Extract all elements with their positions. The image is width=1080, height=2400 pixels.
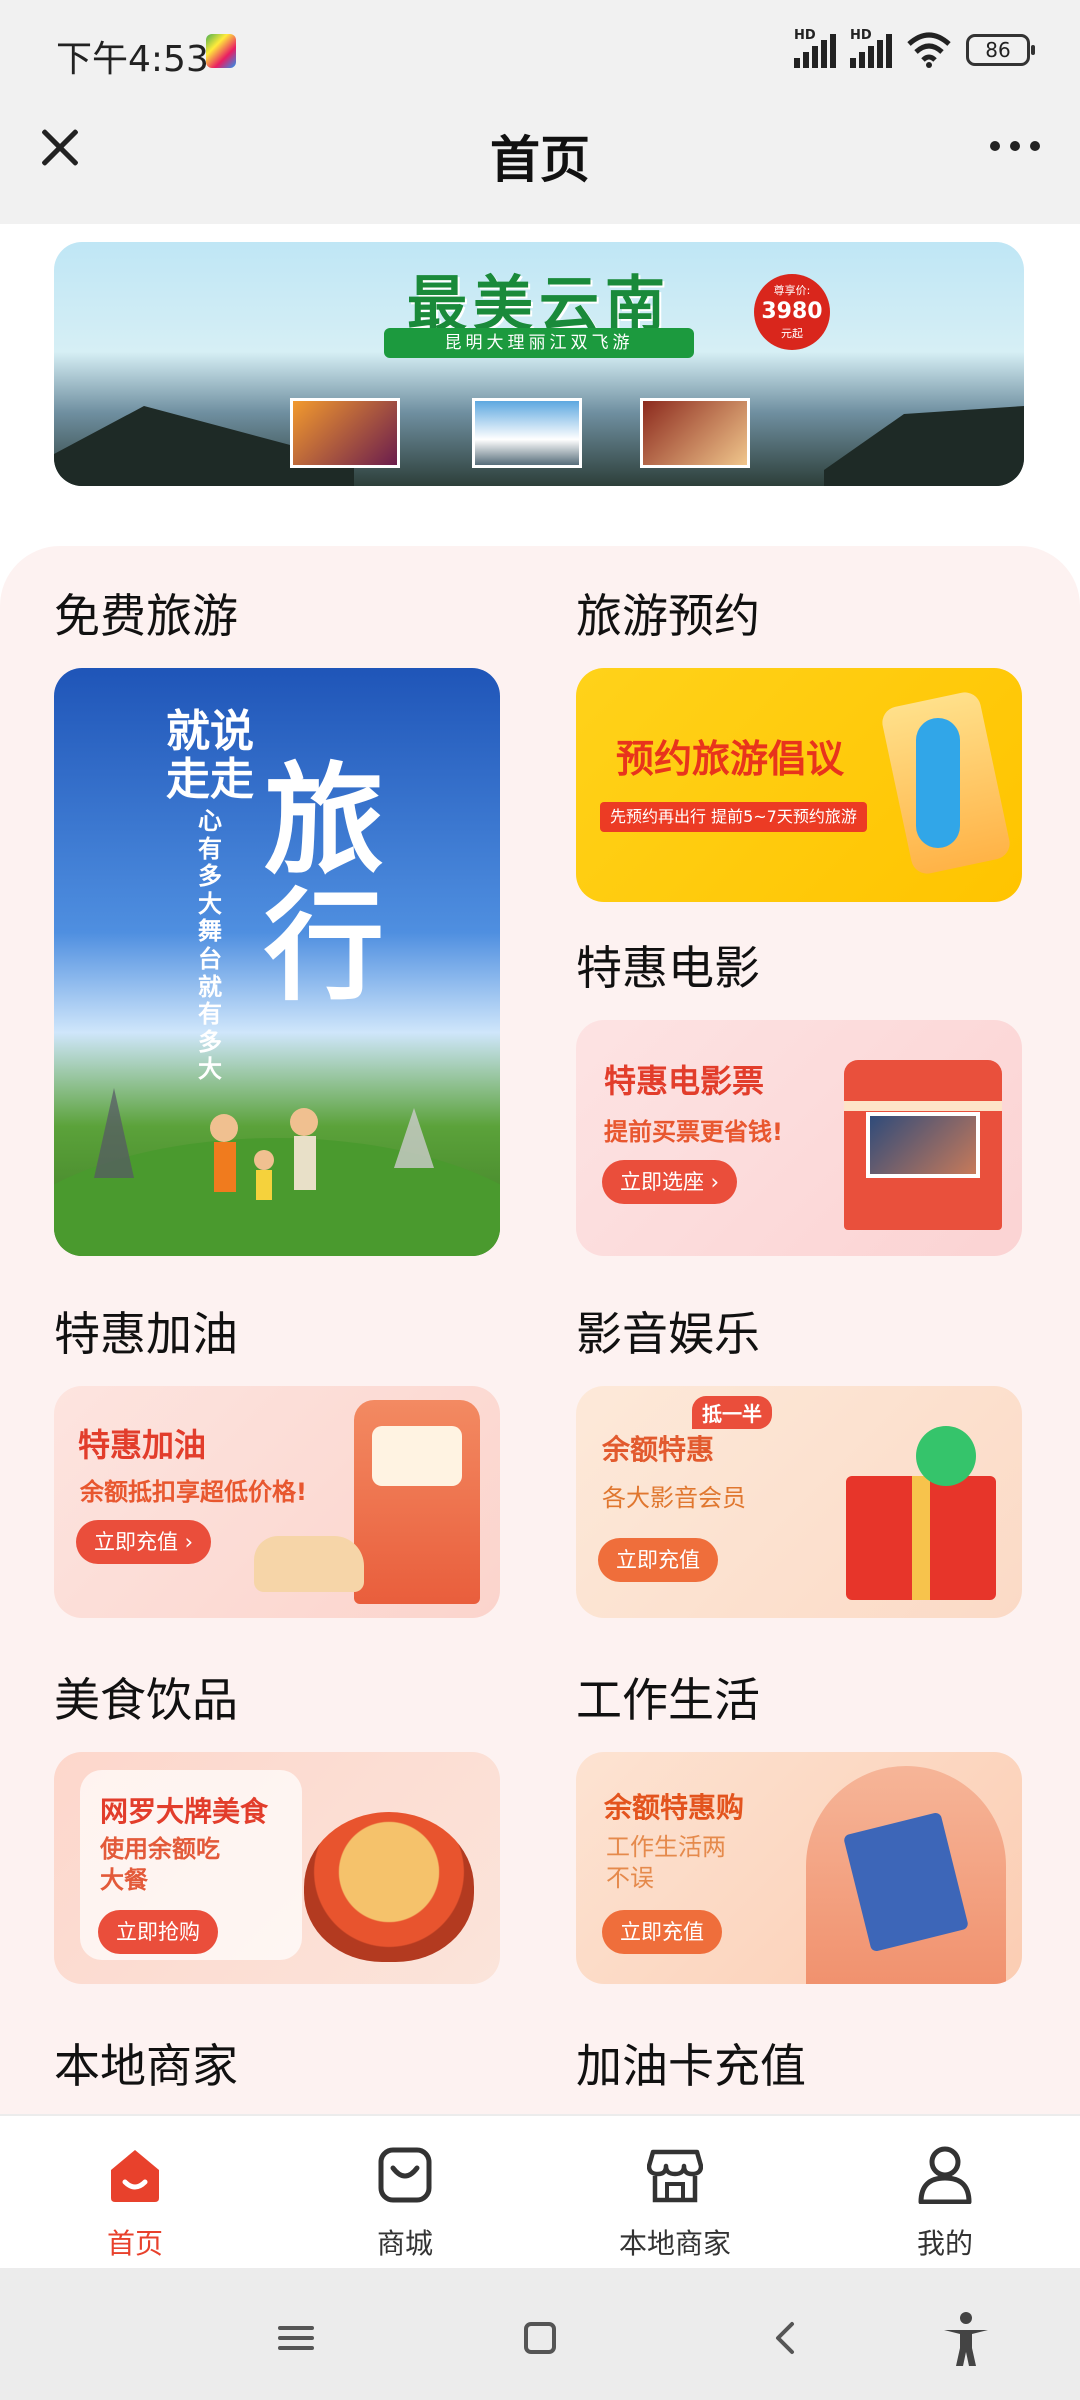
accessibility-icon[interactable] [936,2308,996,2368]
status-time: 下午4:53 [56,39,209,80]
home-square-icon[interactable] [510,2308,570,2368]
travel-family-illustration [54,1088,500,1256]
user-icon [918,2146,972,2204]
food-grab-button[interactable]: 立即抢购 [98,1910,218,1954]
tab-mall[interactable]: 商城 [270,2116,540,2270]
section-title-movie: 特惠电影 [576,941,760,995]
work-life-card[interactable]: 余额特惠购 工作生活两 不误 立即充值 [576,1752,1022,1984]
free-travel-big-text: 旅行 [264,750,384,1017]
av-recharge-button[interactable]: 立即充值 [598,1538,718,1582]
back-icon[interactable] [756,2308,816,2368]
work-recharge-button[interactable]: 立即充值 [602,1910,722,1954]
choose-seat-button[interactable]: 立即选座 › [602,1160,738,1204]
battery-icon: 86 [966,34,1035,66]
gift-box-illustration [846,1476,996,1600]
more-options-icon[interactable] [980,126,1050,166]
banner-photo [290,398,400,468]
section-title-local: 本地商家 [54,2039,238,2093]
bottom-tab-bar: 首页 商城 本地商家 我的 [0,2114,1080,2268]
fuel-subtitle: 余额抵扣享超低价格! [80,1478,307,1506]
services-panel: 免费旅游 就说 走走 心有多大 舞台就有多大 旅行 旅游预约 预约旅游倡议 先预… [0,546,1080,2114]
work-headline: 余额特惠购 [604,1791,745,1824]
page-title: 首页 [490,131,590,189]
noodle-bowl-illustration [304,1812,474,1962]
section-title-work: 工作生活 [576,1673,760,1727]
section-title-travel-booking: 旅游预约 [576,589,760,643]
travel-booking-card[interactable]: 预约旅游倡议 先预约再出行 提前5~7天预约旅游 [576,668,1022,902]
banner-photo [472,398,582,468]
cellular-signal-icon: HD [794,28,836,68]
movie-headline: 特惠电影票 [604,1062,765,1100]
half-price-badge: 抵一半 [692,1396,772,1429]
travel-booking-headline: 预约旅游倡议 [616,737,845,781]
tab-home[interactable]: 首页 [0,2116,270,2270]
app-notification-icon [206,34,236,68]
status-icons: HD HD 86 [794,28,1035,70]
av-subtitle: 各大影音会员 [602,1484,746,1512]
av-headline: 余额特惠 [602,1433,715,1466]
tab-local-merchants[interactable]: 本地商家 [540,2116,810,2270]
free-travel-poem: 心有多大 舞台就有多大 [198,807,222,1084]
store-icon [647,2149,703,2203]
section-title-food: 美食饮品 [54,1673,238,1727]
status-bar: 下午4:53 HD HD 86 [0,0,1080,96]
section-title-fuel: 特惠加油 [54,1307,238,1361]
free-travel-card[interactable]: 就说 走走 心有多大 舞台就有多大 旅行 [54,668,500,1256]
main-content: 最美云南 昆明大理丽江双飞游 尊享价: 3980 元起 免费旅游 就说 走走 心有… [0,224,1080,2114]
fuel-headline: 特惠加油 [78,1426,207,1464]
movie-subtitle: 提前买票更省钱! [604,1118,783,1146]
tab-label: 商城 [376,2227,433,2260]
travel-booking-subtitle: 先预约再出行 提前5~7天预约旅游 [600,802,867,832]
home-icon [111,2150,159,2202]
section-title-fuelcard: 加油卡充值 [576,2039,806,2093]
yunnan-tour-banner[interactable]: 最美云南 昆明大理丽江双飞游 尊享价: 3980 元起 [54,242,1024,486]
tab-label: 首页 [106,2227,163,2260]
cellular-signal-2-icon: HD [850,28,892,68]
tab-label: 我的 [916,2227,973,2260]
work-subtitle: 工作生活两 不误 [606,1833,726,1893]
section-title-free-travel: 免费旅游 [54,589,238,643]
fuel-discount-card[interactable]: 特惠加油 余额抵扣享超低价格! 立即充值 › [54,1386,500,1618]
tab-label: 本地商家 [618,2227,731,2260]
free-travel-tag: 就说 走走 [166,706,254,806]
food-headline: 网罗大牌美食 [100,1795,269,1828]
car-illustration [254,1536,364,1592]
tab-mine[interactable]: 我的 [810,2116,1080,2270]
food-card[interactable]: 网罗大牌美食 使用余额吃 大餐 立即抢购 [54,1752,500,1984]
movie-ticket-card[interactable]: 特惠电影票 提前买票更省钱! 立即选座 › [576,1020,1022,1256]
shopping-bag-icon [378,2147,432,2203]
section-title-av: 影音娱乐 [576,1307,760,1361]
menu-icon[interactable] [266,2308,326,2368]
banner-photo [640,398,750,468]
wifi-icon [907,32,951,68]
system-navigation-bar [0,2268,1080,2400]
food-subtitle: 使用余额吃 大餐 [100,1835,220,1895]
banner-subtitle: 昆明大理丽江双飞游 [384,328,694,358]
fuel-recharge-button[interactable]: 立即充值 › [76,1520,212,1564]
av-membership-card[interactable]: 抵一半 余额特惠 各大影音会员 立即充值 [576,1386,1022,1618]
nav-bar: 首页 [0,96,1080,224]
banner-price-badge: 尊享价: 3980 元起 [754,274,830,350]
